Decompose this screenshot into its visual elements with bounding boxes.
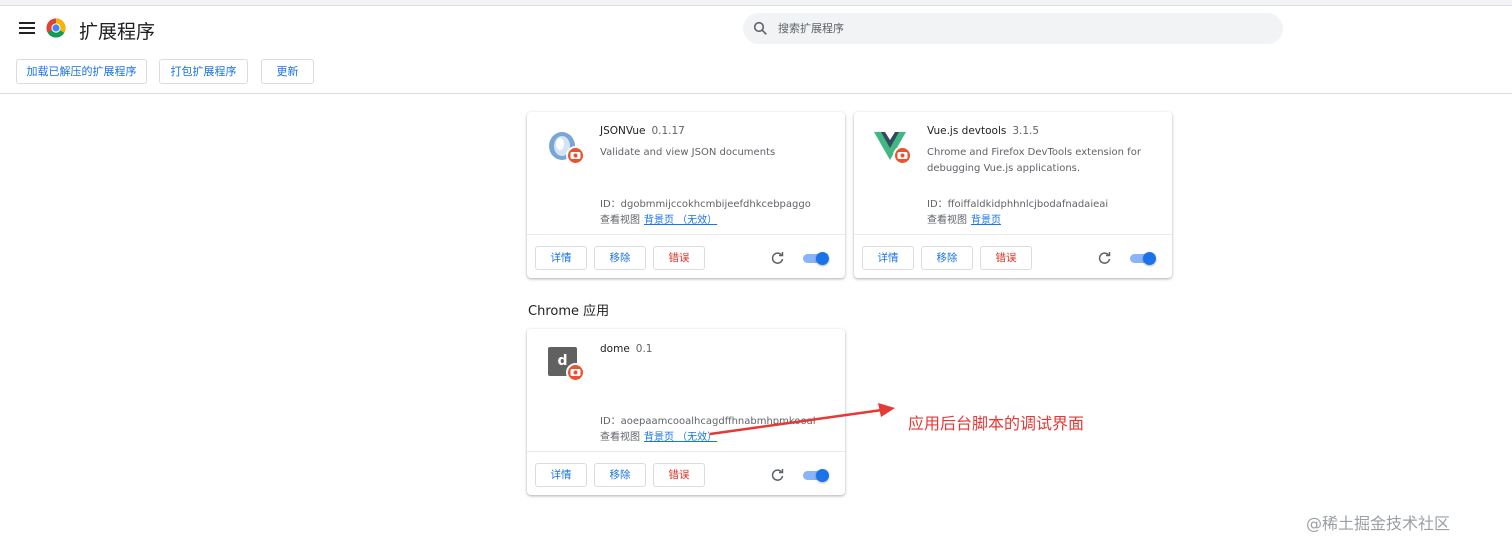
search-box[interactable] xyxy=(743,13,1283,44)
details-button[interactable]: 详情 xyxy=(862,246,914,270)
card-footer: 详情 移除 错误 xyxy=(854,234,1172,278)
remove-button[interactable]: 移除 xyxy=(921,246,973,270)
errors-button[interactable]: 错误 xyxy=(653,463,705,487)
chrome-logo-icon xyxy=(46,18,66,38)
enable-toggle[interactable] xyxy=(803,469,829,482)
extension-description: Chrome and Firefox DevTools extension fo… xyxy=(927,147,1141,174)
app-name: dome 0.1 xyxy=(600,343,653,355)
developer-mode-badge-icon xyxy=(893,146,912,165)
card-footer: 详情 移除 错误 xyxy=(527,451,845,495)
menu-icon[interactable] xyxy=(19,22,35,34)
page-title: 扩展程序 xyxy=(79,21,156,43)
remove-button[interactable]: 移除 xyxy=(594,463,646,487)
update-button[interactable]: 更新 xyxy=(261,59,314,84)
pack-extension-button[interactable]: 打包扩展程序 xyxy=(159,59,248,84)
background-page-link[interactable]: 背景页 （无效） xyxy=(644,215,717,226)
extension-name: JSONVue 0.1.17 xyxy=(600,125,685,137)
enable-toggle[interactable] xyxy=(1130,252,1156,265)
extension-card-jsonvue: JSONVue 0.1.17 Validate and view JSON doc… xyxy=(527,112,845,278)
annotation-text: 应用后台脚本的调试界面 xyxy=(908,414,1085,433)
extension-card-vue-devtools: Vue.js devtools 3.1.5 Chrome and Firefox … xyxy=(854,112,1172,278)
search-input[interactable] xyxy=(778,18,1258,39)
enable-toggle[interactable] xyxy=(803,252,829,265)
watermark: @稀土掘金技术社区 xyxy=(1306,514,1451,533)
annotation-arrow-icon xyxy=(709,403,895,436)
reload-icon[interactable] xyxy=(771,469,784,482)
load-unpacked-button[interactable]: 加载已解压的扩展程序 xyxy=(16,59,147,84)
errors-button[interactable]: 错误 xyxy=(653,246,705,270)
extension-description: Validate and view JSON documents xyxy=(600,147,776,158)
inspect-views: 查看视图 背景页 （无效） xyxy=(600,215,718,226)
page-header: 扩展程序 xyxy=(0,6,1512,50)
extension-name: Vue.js devtools 3.1.5 xyxy=(927,125,1040,137)
vue-logo xyxy=(874,128,914,168)
reload-icon[interactable] xyxy=(771,252,784,265)
remove-button[interactable]: 移除 xyxy=(594,246,646,270)
search-icon xyxy=(753,21,767,35)
errors-button[interactable]: 错误 xyxy=(980,246,1032,270)
jsonvue-logo xyxy=(547,128,587,168)
developer-toolbar: 加载已解压的扩展程序 打包扩展程序 更新 xyxy=(0,50,1512,94)
reload-icon[interactable] xyxy=(1098,252,1111,265)
card-footer: 详情 移除 错误 xyxy=(527,234,845,278)
dome-logo: d xyxy=(547,345,587,385)
details-button[interactable]: 详情 xyxy=(535,246,587,270)
extension-id: ID：ffoiffaldkidphhnlcjbodafnadaieai xyxy=(927,199,1109,210)
background-page-link[interactable]: 背景页 xyxy=(971,215,1001,226)
inspect-views: 查看视图 背景页 xyxy=(927,215,1001,226)
chrome-apps-section-title: Chrome 应用 xyxy=(528,304,610,319)
details-button[interactable]: 详情 xyxy=(535,463,587,487)
extension-id: ID：dgobmmijccokhcmbijeefdhkcebpaggo xyxy=(600,199,811,210)
developer-mode-badge-icon xyxy=(566,146,585,165)
developer-mode-badge-icon xyxy=(566,363,585,382)
